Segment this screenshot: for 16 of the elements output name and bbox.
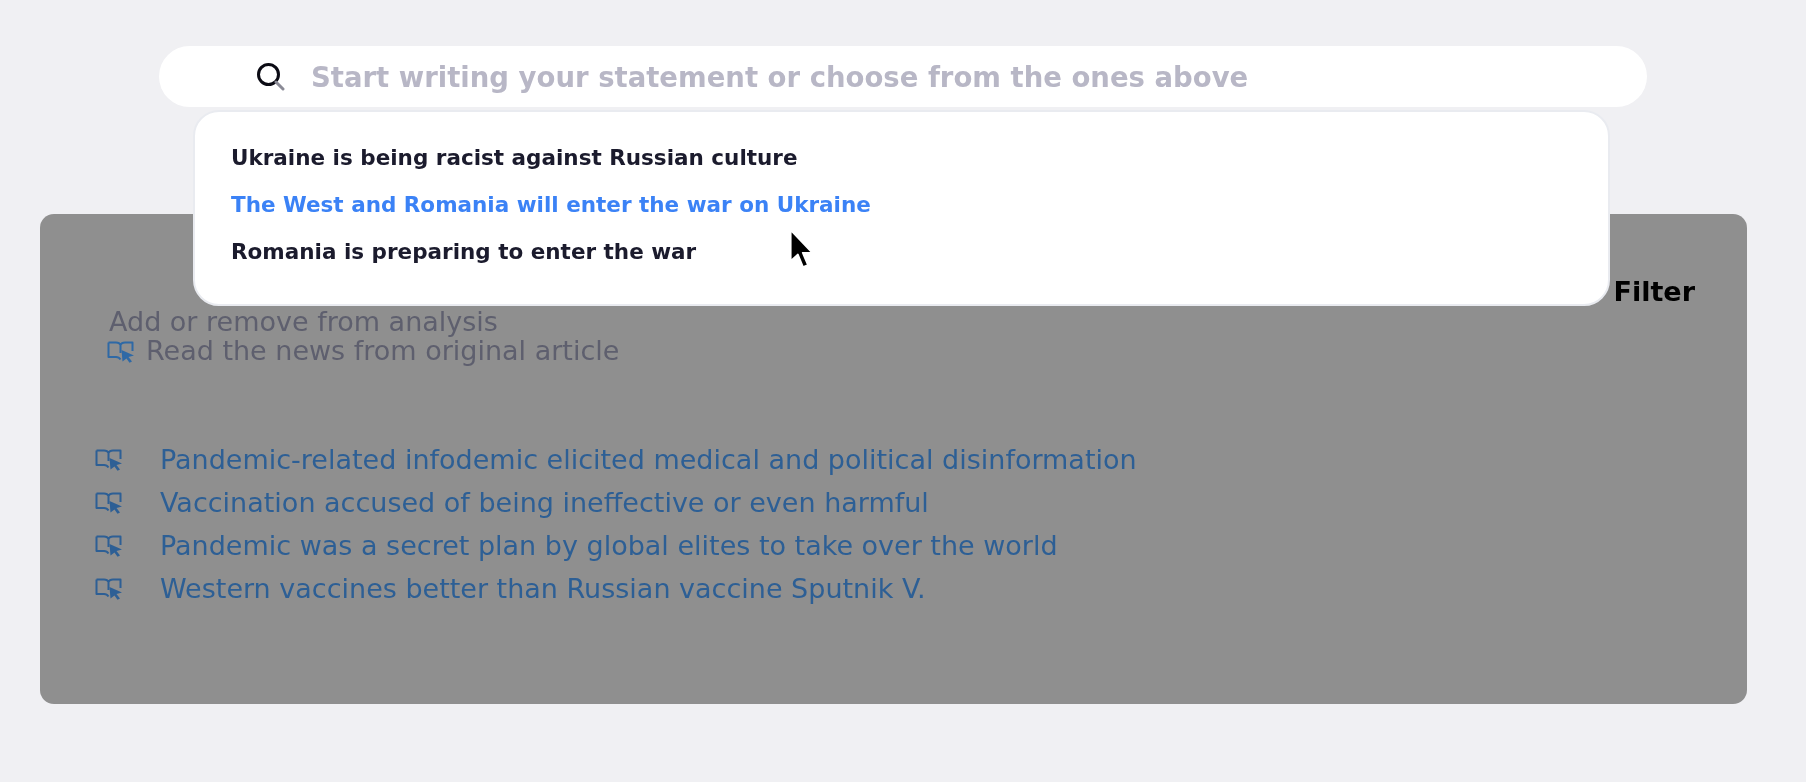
book-pointer-icon bbox=[95, 448, 123, 471]
book-pointer-icon bbox=[95, 534, 123, 557]
book-pointer-icon bbox=[95, 577, 123, 600]
suggestion-item[interactable]: Ukraine is being racist against Russian culture bbox=[231, 134, 798, 181]
search-icon bbox=[256, 62, 286, 91]
filter-heading: Filter bbox=[1613, 275, 1695, 309]
narrative-link[interactable]: Pandemic-related infodemic elicited medical and political disinformation bbox=[160, 443, 1137, 476]
book-pointer-icon bbox=[95, 491, 123, 514]
narrative-link[interactable]: Vaccination accused of being ineffective or even harmful bbox=[160, 486, 929, 519]
suggestion-item[interactable]: Romania is preparing to enter the war bbox=[231, 228, 697, 275]
search-input[interactable]: Start writing your statement or choose from the ones above bbox=[311, 57, 1617, 96]
narrative-link[interactable]: Pandemic was a secret plan by global elites to take over the world bbox=[160, 529, 1058, 562]
book-pointer-icon bbox=[107, 339, 135, 363]
suggestion-item[interactable]: The West and Romania will enter the war on Ukraine bbox=[231, 181, 871, 228]
search-field[interactable]: Start writing your statement or choose from the ones above bbox=[159, 46, 1647, 107]
narrative-link[interactable]: Western vaccines better than Russian vaccine Sputnik V. bbox=[160, 572, 926, 605]
